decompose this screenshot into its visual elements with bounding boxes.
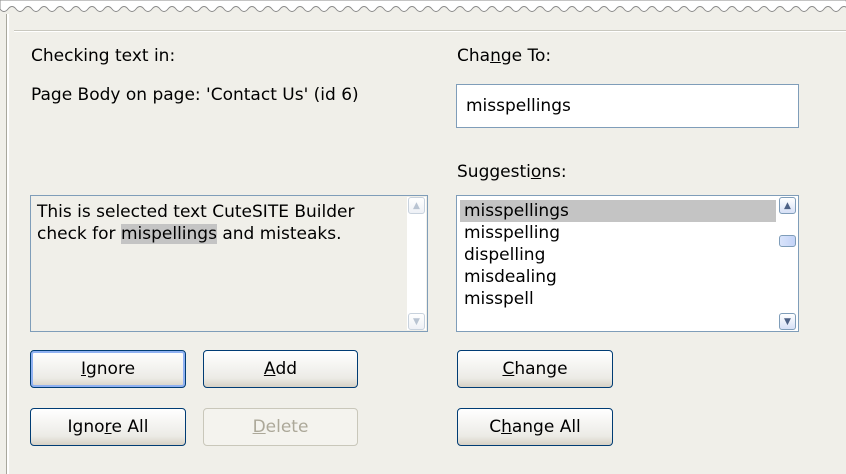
torn-edge	[0, 0, 846, 12]
scroll-up-arrow-icon[interactable]: ▲	[408, 197, 425, 214]
checked-text-area[interactable]: This is selected text CuteSITE Builder c…	[30, 195, 428, 332]
ignore-button[interactable]: Ignore	[30, 350, 186, 388]
change-to-input[interactable]	[456, 84, 799, 128]
checking-label: Checking text in:	[31, 46, 176, 66]
scroll-up-arrow-icon[interactable]: ▲	[779, 197, 796, 214]
suggestions-items: misspellings misspelling dispelling misdeal…	[460, 200, 776, 310]
change-all-button[interactable]: Ch ange All	[457, 408, 613, 446]
suggestion-item[interactable]: misspelling	[460, 222, 776, 244]
text-area-scrollbar[interactable]: ▲ ▼	[407, 197, 426, 330]
suggestions-label: Suggestions:	[457, 162, 567, 182]
suggestion-item[interactable]: misspell	[460, 288, 776, 310]
scroll-down-arrow-icon[interactable]: ▼	[408, 313, 425, 330]
checking-location: Page Body on page: 'Contact Us' (id 6)	[31, 85, 359, 105]
add-button[interactable]: Add	[203, 350, 358, 388]
change-to-label: Change To:	[457, 46, 552, 66]
dialog-left-edge	[6, 14, 9, 474]
scroll-down-arrow-icon[interactable]: ▼	[779, 313, 796, 330]
suggestions-list[interactable]: misspellings misspelling dispelling misdeal…	[456, 195, 799, 332]
spell-check-dialog: Checking text in: Page Body on page: 'Co…	[0, 0, 846, 474]
suggestion-item[interactable]: dispelling	[460, 244, 776, 266]
suggestion-item[interactable]: misdealing	[460, 266, 776, 288]
highlighted-misspelling: mispellings	[120, 224, 217, 244]
change-button[interactable]: Change	[457, 350, 613, 388]
separator-line	[14, 30, 846, 32]
scroll-thumb[interactable]	[779, 235, 796, 247]
checked-text: This is selected text CuteSITE Builder c…	[37, 202, 355, 244]
suggestion-item[interactable]: misspellings	[460, 200, 776, 222]
suggestions-scrollbar[interactable]: ▲ ▼	[778, 197, 797, 330]
delete-button[interactable]: Delete	[203, 408, 358, 446]
ignore-all-button[interactable]: Igno r e All	[30, 408, 186, 446]
